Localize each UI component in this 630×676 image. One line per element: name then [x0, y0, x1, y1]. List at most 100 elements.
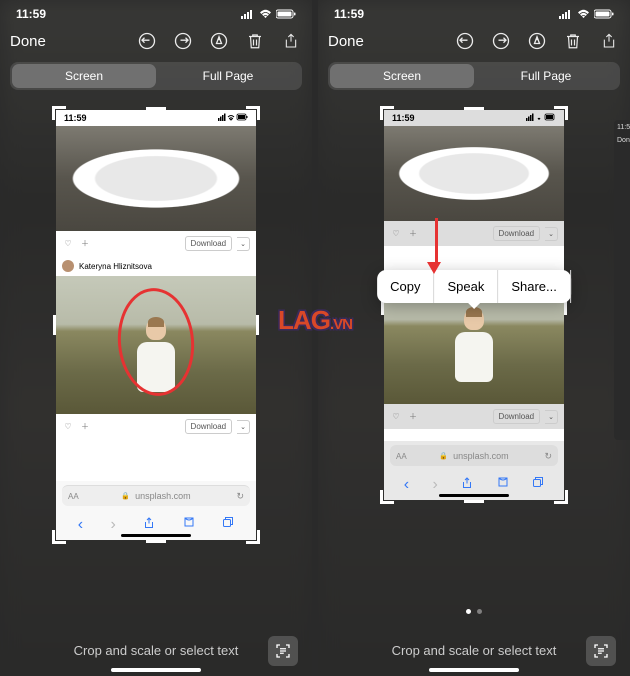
bookmarks-icon[interactable] — [497, 476, 509, 494]
share-icon[interactable] — [598, 30, 620, 52]
download-button[interactable]: Download — [493, 226, 541, 241]
bottom-hint-bar: Crop and scale or select text — [318, 643, 630, 658]
crop-frame[interactable]: Copy Speak Share... 11:59 ♡ ＋ Download ⌄ — [384, 110, 564, 500]
avatar — [62, 260, 74, 272]
page-dots — [466, 609, 482, 614]
home-indicator — [439, 494, 509, 497]
inner-status-bar: 11:59 — [56, 110, 256, 126]
tab-screen[interactable]: Screen — [330, 64, 474, 88]
tab-screen[interactable]: Screen — [12, 64, 156, 88]
trash-icon[interactable] — [244, 30, 266, 52]
context-speak[interactable]: Speak — [434, 270, 498, 303]
chevron-down-icon[interactable]: ⌄ — [237, 420, 250, 434]
photo2-actions: ♡ ＋ Download ⌄ — [56, 414, 256, 439]
hint-text: Crop and scale or select text — [392, 643, 557, 658]
inner-time: 11:59 — [392, 113, 415, 123]
status-indicators — [559, 9, 614, 19]
share-icon[interactable] — [461, 476, 473, 494]
author-row: Kateryna Hliznitsova — [56, 256, 256, 276]
food-photo — [384, 126, 564, 221]
thumbnail-peek[interactable]: 11:59 Done — [614, 120, 630, 440]
markup-icon[interactable] — [208, 30, 230, 52]
boy-figure — [451, 308, 497, 386]
url-text: unsplash.com — [135, 491, 191, 501]
url-text: unsplash.com — [453, 451, 509, 461]
inner-time: 11:59 — [64, 113, 87, 123]
context-share[interactable]: Share... — [498, 270, 571, 303]
redo-icon[interactable] — [172, 30, 194, 52]
segmented-control: Screen Full Page — [10, 62, 302, 90]
menu-tail — [467, 302, 481, 309]
status-bar: 11:59 — [318, 0, 630, 24]
trash-icon[interactable] — [562, 30, 584, 52]
crop-handle-bottom[interactable] — [146, 540, 166, 543]
plus-icon[interactable]: ＋ — [79, 421, 91, 433]
url-bar[interactable]: AA 🔒 unsplash.com ↻ — [390, 445, 558, 466]
heart-icon[interactable]: ♡ — [62, 238, 74, 250]
forward-icon[interactable]: › — [433, 476, 438, 494]
done-button[interactable]: Done — [328, 33, 364, 50]
done-button[interactable]: Done — [10, 33, 46, 50]
home-indicator — [121, 534, 191, 537]
safari-toolbar: AA 🔒 unsplash.com ↻ ‹ › — [56, 481, 256, 540]
plus-icon[interactable]: ＋ — [407, 228, 419, 240]
heart-icon[interactable]: ♡ — [390, 228, 402, 240]
download-button[interactable]: Download — [185, 419, 233, 434]
share-icon[interactable] — [280, 30, 302, 52]
plus-icon[interactable]: ＋ — [407, 411, 419, 423]
chevron-down-icon[interactable]: ⌄ — [545, 410, 558, 424]
aa-button[interactable]: AA — [68, 492, 79, 501]
wifi-icon — [259, 9, 272, 19]
markup-icon[interactable] — [526, 30, 548, 52]
reload-icon[interactable]: ↻ — [236, 491, 244, 502]
hint-text: Crop and scale or select text — [74, 643, 239, 658]
chevron-down-icon[interactable]: ⌄ — [237, 237, 250, 251]
download-button[interactable]: Download — [185, 236, 233, 251]
status-bar: 11:59 — [0, 0, 312, 24]
watermark: LAG.VN — [278, 305, 352, 336]
tab-full-page[interactable]: Full Page — [156, 64, 300, 88]
red-circle-markup — [113, 285, 198, 399]
crop-handle-bottom[interactable] — [464, 500, 484, 503]
reload-icon[interactable]: ↻ — [544, 451, 552, 462]
share-icon[interactable] — [143, 516, 155, 534]
lock-icon: 🔒 — [121, 492, 130, 500]
heart-icon[interactable]: ♡ — [62, 421, 74, 433]
text-scan-button[interactable] — [586, 636, 616, 666]
bookmarks-icon[interactable] — [183, 516, 195, 534]
author-name[interactable]: Kateryna Hliznitsova — [79, 262, 152, 271]
crop-frame[interactable]: 11:59 ♡ ＋ Download ⌄ Kateryna Hliznitsov… — [56, 110, 256, 540]
watermark-suffix: .VN — [330, 316, 352, 333]
lock-icon: 🔒 — [439, 452, 448, 460]
back-icon[interactable]: ‹ — [404, 476, 409, 494]
download-button[interactable]: Download — [493, 409, 541, 424]
peek-time: 11:59 — [614, 120, 630, 135]
undo-icon[interactable] — [454, 30, 476, 52]
toolbar-icons — [454, 30, 620, 52]
plus-icon[interactable]: ＋ — [79, 238, 91, 250]
context-menu: Copy Speak Share... — [377, 270, 571, 303]
safari-toolbar: AA 🔒 unsplash.com ↻ ‹ › — [384, 441, 564, 500]
tabs-icon[interactable] — [222, 516, 234, 534]
screenshot-content: 11:59 ♡ ＋ Download ⌄ Kateryna Hliznitsov… — [56, 110, 256, 540]
tab-full-page[interactable]: Full Page — [474, 64, 618, 88]
crop-handle-right[interactable] — [256, 315, 259, 335]
forward-icon[interactable]: › — [111, 516, 116, 534]
url-bar[interactable]: AA 🔒 unsplash.com ↻ — [62, 485, 250, 506]
status-indicators — [241, 9, 296, 19]
editor-toolbar: Done — [0, 24, 312, 58]
heart-icon[interactable]: ♡ — [390, 411, 402, 423]
segmented-control: Screen Full Page — [328, 62, 620, 90]
dot-inactive — [477, 609, 482, 614]
chevron-down-icon[interactable]: ⌄ — [545, 227, 558, 241]
red-arrow-markup — [432, 218, 441, 274]
undo-icon[interactable] — [136, 30, 158, 52]
screenshot-frame-area: Copy Speak Share... 11:59 ♡ ＋ Download ⌄ — [318, 110, 630, 500]
context-copy[interactable]: Copy — [377, 270, 434, 303]
text-scan-button[interactable] — [268, 636, 298, 666]
editor-toolbar: Done — [318, 24, 630, 58]
redo-icon[interactable] — [490, 30, 512, 52]
back-icon[interactable]: ‹ — [78, 516, 83, 534]
aa-button[interactable]: AA — [396, 452, 407, 461]
tabs-icon[interactable] — [532, 476, 544, 494]
